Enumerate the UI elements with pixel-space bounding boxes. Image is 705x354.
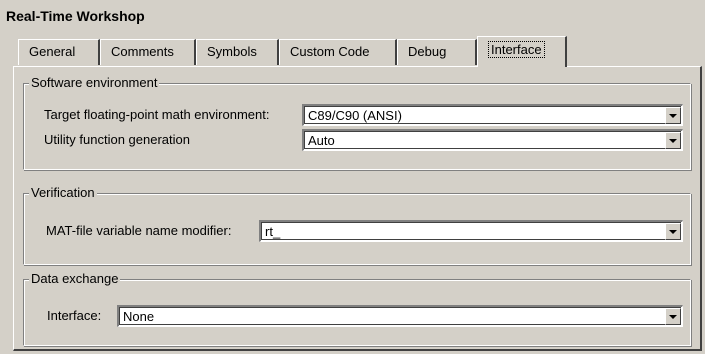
chevron-down-icon[interactable] — [665, 132, 681, 149]
interface-select[interactable]: None — [117, 305, 683, 327]
chevron-down-icon[interactable] — [665, 107, 681, 124]
tab-label: Comments — [111, 44, 174, 59]
math-env-label: Target floating-point math environment: — [44, 107, 270, 122]
group-legend: Verification — [29, 185, 97, 201]
tab-debug[interactable]: Debug — [397, 39, 477, 65]
utility-select[interactable]: Auto — [302, 129, 683, 151]
interface-value: None — [123, 309, 155, 324]
chevron-down-icon[interactable] — [665, 223, 681, 240]
tab-comments[interactable]: Comments — [100, 39, 196, 65]
utility-label: Utility function generation — [44, 132, 190, 147]
group-legend: Software environment — [29, 75, 160, 91]
tab-interface[interactable]: Interface — [477, 36, 567, 67]
tab-general[interactable]: General — [18, 39, 100, 65]
verification-group: Verification MAT-file variable name modi… — [23, 185, 691, 265]
data-exchange-group: Data exchange Interface: None — [23, 271, 691, 346]
mat-modifier-value: rt_ — [265, 224, 281, 239]
utility-value: Auto — [308, 133, 335, 148]
mat-modifier-select[interactable]: rt_ — [259, 220, 683, 242]
tab-label: Debug — [408, 44, 447, 59]
tab-label: Symbols — [207, 44, 257, 59]
software-environment-group: Software environment Target floating-poi… — [23, 75, 691, 170]
tab-label: Custom Code — [290, 44, 370, 59]
mat-modifier-label: MAT-file variable name modifier: — [46, 223, 232, 238]
tab-custom-code[interactable]: Custom Code — [279, 39, 397, 65]
interface-label: Interface: — [47, 308, 102, 323]
math-env-select[interactable]: C89/C90 (ANSI) — [302, 104, 683, 126]
group-legend: Data exchange — [29, 271, 121, 287]
interface-panel: Software environment Target floating-poi… — [13, 66, 702, 351]
tab-label: General — [29, 44, 76, 59]
chevron-down-icon[interactable] — [665, 308, 681, 325]
tab-label: Interface — [488, 41, 545, 58]
math-env-value: C89/C90 (ANSI) — [308, 108, 402, 123]
window-title: Real-Time Workshop — [6, 8, 145, 24]
tab-symbols[interactable]: Symbols — [196, 39, 279, 65]
